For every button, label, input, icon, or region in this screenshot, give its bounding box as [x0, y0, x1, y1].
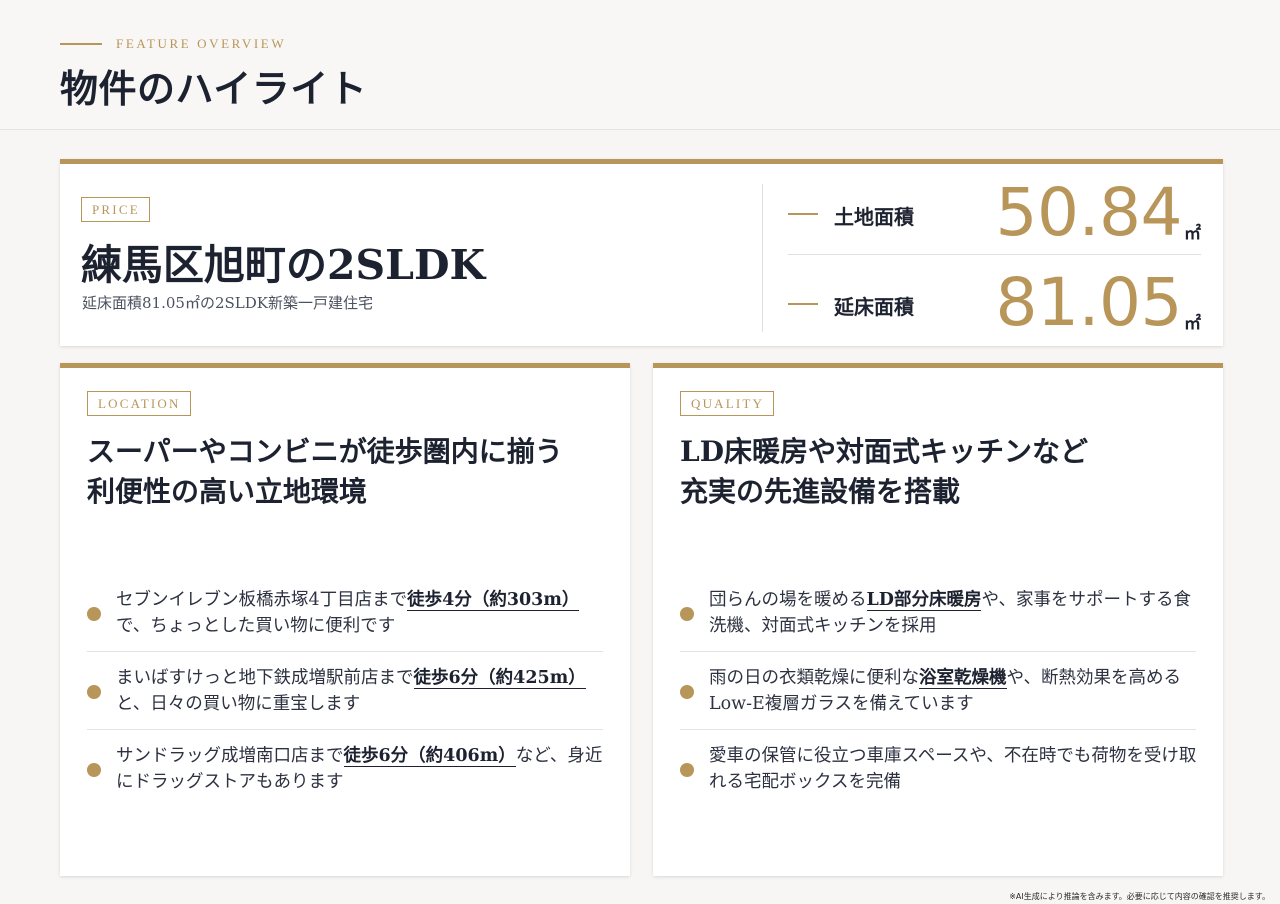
location-heading: スーパーやコンビニが徒歩圏内に揃う 利便性の高い立地環境: [87, 432, 607, 512]
heading-line: 利便性の高い立地環境: [87, 475, 368, 508]
price-title: 練馬区旭町の2SLDK: [81, 241, 486, 289]
stat-value: 50.84: [995, 174, 1183, 251]
stat-unit: ㎡: [1184, 314, 1201, 334]
page-header: FEATURE OVERVIEW 物件のハイライト: [0, 0, 1280, 130]
bullet-dot-icon: [680, 685, 694, 699]
bullet-text: まいばすけっと地下鉄成増駅前店まで徒歩6分（約425m）と、日々の買い物に重宝し…: [116, 668, 586, 714]
stat-label: 土地面積: [834, 205, 914, 229]
stat-land-area: 土地面積 50.84 ㎡: [788, 170, 1201, 255]
bullet-text: 雨の日の衣類乾燥に便利な浴室乾燥機や、断熱効果を高めるLow-E複層ガラスを備え…: [709, 668, 1181, 714]
highlight: 徒歩4分（約303m）: [407, 590, 580, 611]
heading-line: LD床暖房や対面式キッチンなど: [680, 435, 1088, 468]
price-card: PRICE 練馬区旭町の2SLDK 延床面積81.05㎡の2SLDK新築一戸建住…: [60, 159, 1223, 346]
quality-card: QUALITY LD床暖房や対面式キッチンなど 充実の先進設備を搭載 団らんの場…: [653, 363, 1223, 876]
list-item: セブンイレブン板橋赤塚4丁目店まで徒歩4分（約303m）で、ちょっとした買い物に…: [87, 574, 603, 652]
bullet-dot-icon: [680, 607, 694, 621]
location-card: LOCATION スーパーやコンビニが徒歩圏内に揃う 利便性の高い立地環境 セブ…: [60, 363, 630, 876]
bullet-text: サンドラッグ成増南口店まで徒歩6分（約406m）など、身近にドラッグストアもあり…: [116, 746, 603, 792]
bullet-text: 愛車の保管に役立つ車庫スペースや、不在時でも荷物を受け取れる宅配ボックスを完備: [709, 746, 1197, 792]
bullet-dot-icon: [87, 607, 101, 621]
price-tag: PRICE: [81, 197, 150, 222]
eyebrow-text: FEATURE OVERVIEW: [116, 36, 287, 51]
heading-line: 充実の先進設備を搭載: [680, 475, 961, 508]
location-bullets: セブンイレブン板橋赤塚4丁目店まで徒歩4分（約303m）で、ちょっとした買い物に…: [87, 574, 603, 808]
stat-floor-area: 延床面積 81.05 ㎡: [788, 260, 1201, 345]
list-item: 雨の日の衣類乾燥に便利な浴室乾燥機や、断熱効果を高めるLow-E複層ガラスを備え…: [680, 652, 1196, 730]
stat-unit: ㎡: [1184, 224, 1201, 244]
page-title: 物件のハイライト: [60, 66, 368, 111]
quality-bullets: 団らんの場を暖めるLD部分床暖房や、家事をサポートする食洗機、対面式キッチンを採…: [680, 574, 1196, 808]
heading-line: スーパーやコンビニが徒歩圏内に揃う: [87, 435, 563, 468]
highlight: LD部分床暖房: [866, 590, 982, 611]
bullet-dot-icon: [87, 685, 101, 699]
stat-dash: [788, 303, 818, 305]
location-tag: LOCATION: [87, 391, 191, 416]
footnote: ※AI生成により推論を含みます。必要に応じて内容の確認を推奨します。: [1009, 892, 1270, 901]
list-item: 団らんの場を暖めるLD部分床暖房や、家事をサポートする食洗機、対面式キッチンを採…: [680, 574, 1196, 652]
bullet-text: セブンイレブン板橋赤塚4丁目店まで徒歩4分（約303m）で、ちょっとした買い物に…: [116, 590, 580, 636]
quality-tag: QUALITY: [680, 391, 775, 416]
list-item: サンドラッグ成増南口店まで徒歩6分（約406m）など、身近にドラッグストアもあり…: [87, 730, 603, 808]
highlight: 徒歩6分（約406m）: [343, 746, 516, 767]
list-item: 愛車の保管に役立つ車庫スペースや、不在時でも荷物を受け取れる宅配ボックスを完備: [680, 730, 1196, 808]
stat-dash: [788, 213, 818, 215]
stat-label: 延床面積: [834, 295, 914, 319]
eyebrow: FEATURE OVERVIEW: [60, 36, 286, 52]
stat-value: 81.05: [995, 264, 1183, 341]
quality-heading: LD床暖房や対面式キッチンなど 充実の先進設備を搭載: [680, 432, 1200, 512]
highlight: 浴室乾燥機: [919, 668, 1007, 689]
list-item: まいばすけっと地下鉄成増駅前店まで徒歩6分（約425m）と、日々の買い物に重宝し…: [87, 652, 603, 730]
price-divider: [762, 184, 763, 332]
bullet-dot-icon: [680, 763, 694, 777]
bullet-dot-icon: [87, 763, 101, 777]
price-subtitle: 延床面積81.05㎡の2SLDK新築一戸建住宅: [82, 294, 373, 312]
bullet-text: 団らんの場を暖めるLD部分床暖房や、家事をサポートする食洗機、対面式キッチンを採…: [709, 590, 1191, 636]
eyebrow-rule: [60, 43, 102, 45]
highlight: 徒歩6分（約425m）: [413, 668, 586, 689]
